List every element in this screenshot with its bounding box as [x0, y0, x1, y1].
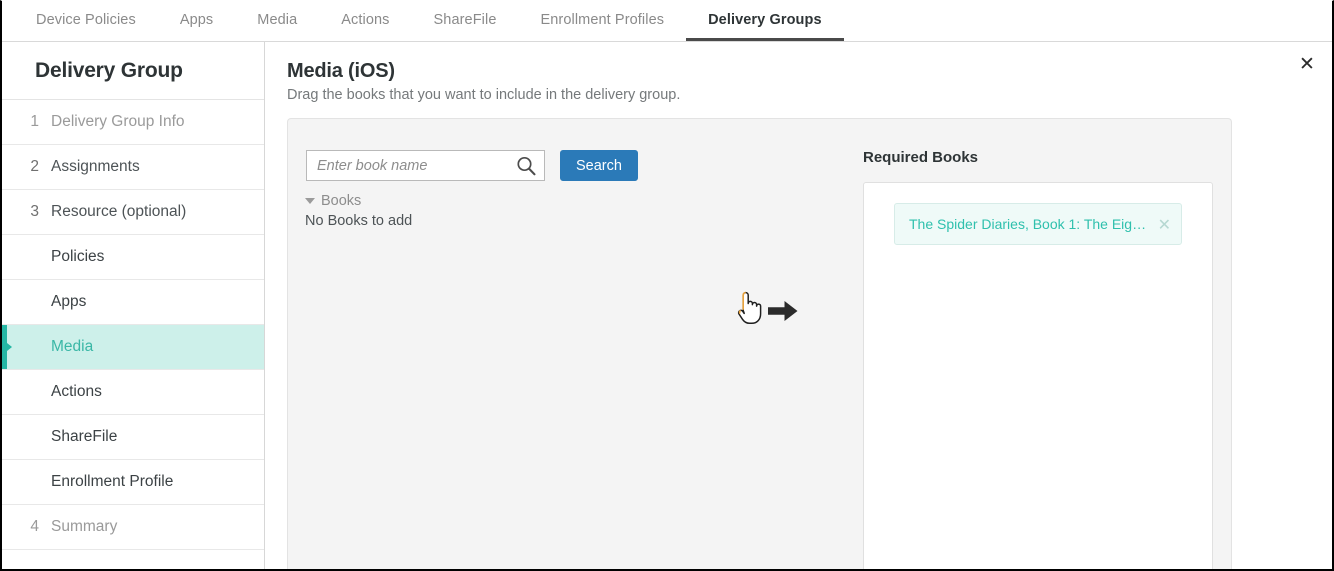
- pointing-hand-cursor-icon: [736, 291, 762, 330]
- tab-label: Actions: [341, 11, 390, 28]
- sidebar-item-assignments[interactable]: 2 Assignments: [2, 145, 264, 190]
- page-subtitle: Drag the books that you want to include …: [287, 87, 681, 103]
- sidebar-item-label: Media: [51, 338, 94, 355]
- sidebar-item-resource-optional[interactable]: 3 Resource (optional): [2, 190, 264, 235]
- sidebar-item-apps[interactable]: Apps: [2, 280, 264, 325]
- tab-label: Apps: [179, 11, 214, 28]
- step-number: 1: [30, 113, 39, 130]
- sidebar-item-label: Delivery Group Info: [51, 113, 185, 130]
- tab-sharefile[interactable]: ShareFile: [412, 1, 519, 41]
- step-number: 3: [30, 203, 39, 220]
- step-number: 2: [30, 158, 39, 175]
- sidebar-item-label: Policies: [51, 248, 105, 265]
- sidebar-item-label: Enrollment Profile: [51, 473, 174, 490]
- page-body: Delivery Group 1 Delivery Group Info 2 A…: [2, 42, 1332, 569]
- top-tab-bar: Device Policies Apps Media Actions Share…: [2, 1, 1332, 42]
- required-books-column: Required Books The Spider Diaries, Book …: [853, 119, 1231, 569]
- required-books-title: Required Books: [863, 149, 979, 166]
- sidebar-item-label: Assignments: [51, 158, 140, 175]
- active-accent-bar: [2, 325, 12, 369]
- sidebar-item-enrollment-profile[interactable]: Enrollment Profile: [2, 460, 264, 505]
- book-chip-label: The Spider Diaries, Book 1: The Eight-l.…: [909, 216, 1150, 232]
- remove-book-icon[interactable]: ✕: [1158, 215, 1171, 234]
- search-button[interactable]: Search: [560, 150, 638, 181]
- sidebar-item-label: Actions: [51, 383, 102, 400]
- sidebar-item-label: Resource (optional): [51, 203, 187, 220]
- sidebar-title: Delivery Group: [2, 42, 264, 100]
- search-input[interactable]: [307, 152, 507, 179]
- tab-label: Media: [257, 11, 298, 28]
- sidebar-item-label: Summary: [51, 518, 118, 535]
- search-row: Search: [306, 150, 853, 181]
- tab-label: ShareFile: [433, 11, 497, 28]
- books-group-label: Books: [321, 193, 362, 209]
- drag-hint: [736, 291, 798, 330]
- sidebar-item-label: ShareFile: [51, 428, 118, 445]
- tab-actions[interactable]: Actions: [319, 1, 411, 41]
- tab-media[interactable]: Media: [235, 1, 319, 41]
- tab-label: Device Policies: [36, 11, 136, 28]
- sidebar-item-policies[interactable]: Policies: [2, 235, 264, 280]
- sidebar-item-summary[interactable]: 4 Summary: [2, 505, 264, 550]
- tab-label: Delivery Groups: [708, 11, 822, 28]
- chevron-down-icon: [305, 198, 315, 204]
- search-icon[interactable]: [515, 155, 537, 177]
- available-books-column: Search Books No Books to add: [288, 119, 853, 569]
- tab-apps[interactable]: Apps: [158, 1, 235, 41]
- sidebar-item-actions[interactable]: Actions: [2, 370, 264, 415]
- tab-device-policies[interactable]: Device Policies: [14, 1, 158, 41]
- search-box[interactable]: [306, 150, 545, 181]
- arrow-right-icon: [768, 298, 798, 324]
- tab-label: Enrollment Profiles: [540, 11, 665, 28]
- sidebar-item-media[interactable]: Media: [2, 325, 264, 370]
- sidebar-item-sharefile[interactable]: ShareFile: [2, 415, 264, 460]
- step-number: 4: [30, 518, 39, 535]
- sidebar-item-delivery-group-info[interactable]: 1 Delivery Group Info: [2, 100, 264, 145]
- app-window: Device Policies Apps Media Actions Share…: [0, 0, 1334, 571]
- books-group-toggle[interactable]: Books: [305, 193, 853, 209]
- page-title: Media (iOS): [287, 60, 395, 82]
- media-drag-panel: Search Books No Books to add: [287, 118, 1232, 569]
- required-books-dropzone[interactable]: The Spider Diaries, Book 1: The Eight-l.…: [863, 182, 1213, 569]
- no-books-message: No Books to add: [305, 213, 413, 229]
- tab-enrollment-profiles[interactable]: Enrollment Profiles: [519, 1, 687, 41]
- main-content: ✕ Media (iOS) Drag the books that you wa…: [265, 42, 1332, 569]
- book-chip[interactable]: The Spider Diaries, Book 1: The Eight-l.…: [894, 203, 1182, 245]
- close-icon[interactable]: ✕: [1296, 54, 1318, 76]
- wizard-sidebar: Delivery Group 1 Delivery Group Info 2 A…: [2, 42, 265, 569]
- sidebar-item-label: Apps: [51, 293, 87, 310]
- tab-delivery-groups[interactable]: Delivery Groups: [686, 1, 844, 41]
